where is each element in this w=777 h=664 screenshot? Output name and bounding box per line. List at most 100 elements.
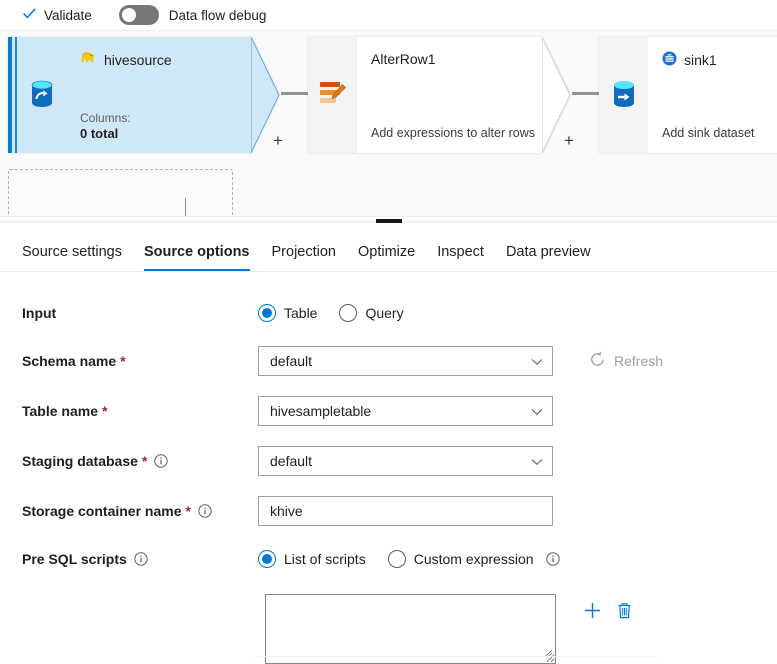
node-card-alterrow1: AlterRow1 Add expressions to alter rows (357, 37, 542, 153)
splitter-grip[interactable] (376, 219, 402, 223)
add-node-button-2[interactable]: + (564, 132, 574, 149)
info-icon[interactable] (198, 504, 212, 518)
check-icon (22, 6, 37, 24)
info-icon[interactable] (546, 552, 560, 566)
tab-projection[interactable]: Projection (261, 244, 347, 271)
schema-name-field: default Refresh (258, 346, 663, 376)
node-description: Add expressions to alter rows (371, 126, 535, 141)
node-subtext: Columns: 0 total (80, 111, 131, 141)
radio-custom-expression-control[interactable] (388, 550, 406, 568)
input-label: Input (0, 305, 258, 321)
columns-label: Columns: (80, 111, 131, 126)
settings-tabs: Source settings Source options Projectio… (0, 226, 777, 272)
row-input: Input Table Query (0, 300, 777, 326)
node-title-row: hivesource (80, 51, 251, 69)
tab-source-settings[interactable]: Source settings (22, 244, 133, 271)
table-name-field: hivesampletable (258, 396, 553, 426)
info-icon[interactable] (154, 454, 168, 468)
flow-node-sink1[interactable]: sink1 Add sink dataset (599, 37, 777, 153)
add-node-button-1[interactable]: + (273, 132, 283, 149)
radio-table-label: Table (284, 305, 317, 321)
tab-inspect[interactable]: Inspect (426, 244, 495, 271)
validate-label: Validate (44, 8, 92, 23)
radio-custom-expression-label: Custom expression (414, 551, 534, 567)
refresh-button[interactable]: Refresh (589, 351, 663, 371)
staging-database-label: Staging database * (0, 453, 258, 469)
radio-input-table[interactable]: Table (258, 304, 317, 322)
radio-list-of-scripts-control[interactable] (258, 550, 276, 568)
alterrow-icon-area (308, 37, 357, 153)
staging-database-field: default (258, 446, 553, 476)
table-name-value: hivesampletable (270, 403, 371, 419)
required-marker: * (186, 503, 191, 519)
alter-row-icon (318, 80, 348, 111)
row-storage-container-name: Storage container name * khive (0, 496, 777, 526)
script-textarea[interactable] (265, 594, 556, 664)
data-flow-canvas[interactable]: hivesource Columns: 0 total + (0, 31, 777, 217)
resize-grip-icon[interactable] (541, 645, 553, 661)
info-icon[interactable] (134, 552, 148, 566)
storage-container-name-label: Storage container name * (0, 503, 258, 519)
input-radio-group: Table Query (258, 304, 404, 322)
connector-hivesource-alterrow1: + (281, 37, 308, 153)
node-card-sink1: sink1 Add sink dataset (648, 37, 777, 153)
flow-node-alterrow1[interactable]: AlterRow1 Add expressions to alter rows (308, 37, 572, 153)
flow-node-hivesource[interactable]: hivesource Columns: 0 total (8, 37, 281, 153)
row-table-name: Table name * hivesampletable (0, 396, 777, 426)
tab-source-options[interactable]: Source options (133, 244, 261, 271)
refresh-label: Refresh (614, 353, 663, 369)
storage-container-name-field: khive (258, 496, 553, 526)
trash-icon[interactable] (616, 601, 633, 623)
source-stream-icon-area (17, 37, 66, 153)
command-bar: Validate Data flow debug (0, 0, 777, 31)
radio-query-control[interactable] (339, 304, 357, 322)
panel-splitter[interactable] (0, 217, 777, 226)
node-title-row: sink1 (662, 51, 777, 69)
radio-query-label: Query (365, 305, 403, 321)
table-name-dropdown[interactable]: hivesampletable (258, 396, 553, 426)
required-marker: * (120, 353, 125, 369)
radio-list-of-scripts[interactable]: List of scripts (258, 550, 366, 568)
data-flow-debug-label: Data flow debug (169, 8, 267, 23)
validate-button[interactable]: Validate (22, 0, 92, 30)
node-name-label: hivesource (104, 52, 172, 68)
node-card-hivesource: hivesource Columns: 0 total (66, 37, 251, 153)
data-flow-debug-group: Data flow debug (119, 5, 267, 25)
required-marker: * (102, 403, 107, 419)
radio-table-control[interactable] (258, 304, 276, 322)
node-description: Add sink dataset (662, 126, 754, 141)
radio-list-of-scripts-label: List of scripts (284, 551, 366, 567)
schema-name-label: Schema name * (0, 353, 258, 369)
scripts-editor-row (0, 594, 777, 664)
dropzone-caret (185, 198, 186, 217)
node-subtext: Add expressions to alter rows (371, 126, 535, 141)
pre-sql-scripts-radio-group: List of scripts Custom expression (258, 550, 560, 568)
staging-database-value: default (270, 453, 312, 469)
radio-custom-expression[interactable]: Custom expression (388, 550, 560, 568)
database-source-icon (27, 78, 57, 113)
add-source-dropzone[interactable] (8, 169, 233, 217)
plus-icon[interactable] (583, 601, 602, 623)
chevron-down-icon (531, 453, 543, 469)
database-sink-icon (609, 78, 639, 113)
chevron-down-icon (531, 403, 543, 419)
rest-badge-icon (662, 51, 677, 69)
scripts-actions (583, 601, 633, 623)
schema-name-dropdown[interactable]: default (258, 346, 553, 376)
data-flow-debug-toggle[interactable] (119, 5, 159, 25)
staging-database-dropdown[interactable]: default (258, 446, 553, 476)
tab-data-preview[interactable]: Data preview (495, 244, 602, 271)
storage-container-name-input[interactable]: khive (258, 496, 553, 526)
chevron-down-icon (531, 353, 543, 369)
node-name-label: AlterRow1 (371, 51, 436, 67)
radio-input-query[interactable]: Query (339, 304, 403, 322)
schema-name-value: default (270, 353, 312, 369)
row-schema-name: Schema name * default Refresh (0, 346, 777, 376)
row-staging-database: Staging database * default (0, 446, 777, 476)
hive-elephant-icon (80, 51, 97, 69)
pre-sql-scripts-label: Pre SQL scripts (0, 551, 258, 567)
columns-value: 0 total (80, 126, 131, 141)
selection-indicator (8, 37, 17, 153)
flow-node-row: hivesource Columns: 0 total + (8, 37, 777, 153)
tab-optimize[interactable]: Optimize (347, 244, 426, 271)
